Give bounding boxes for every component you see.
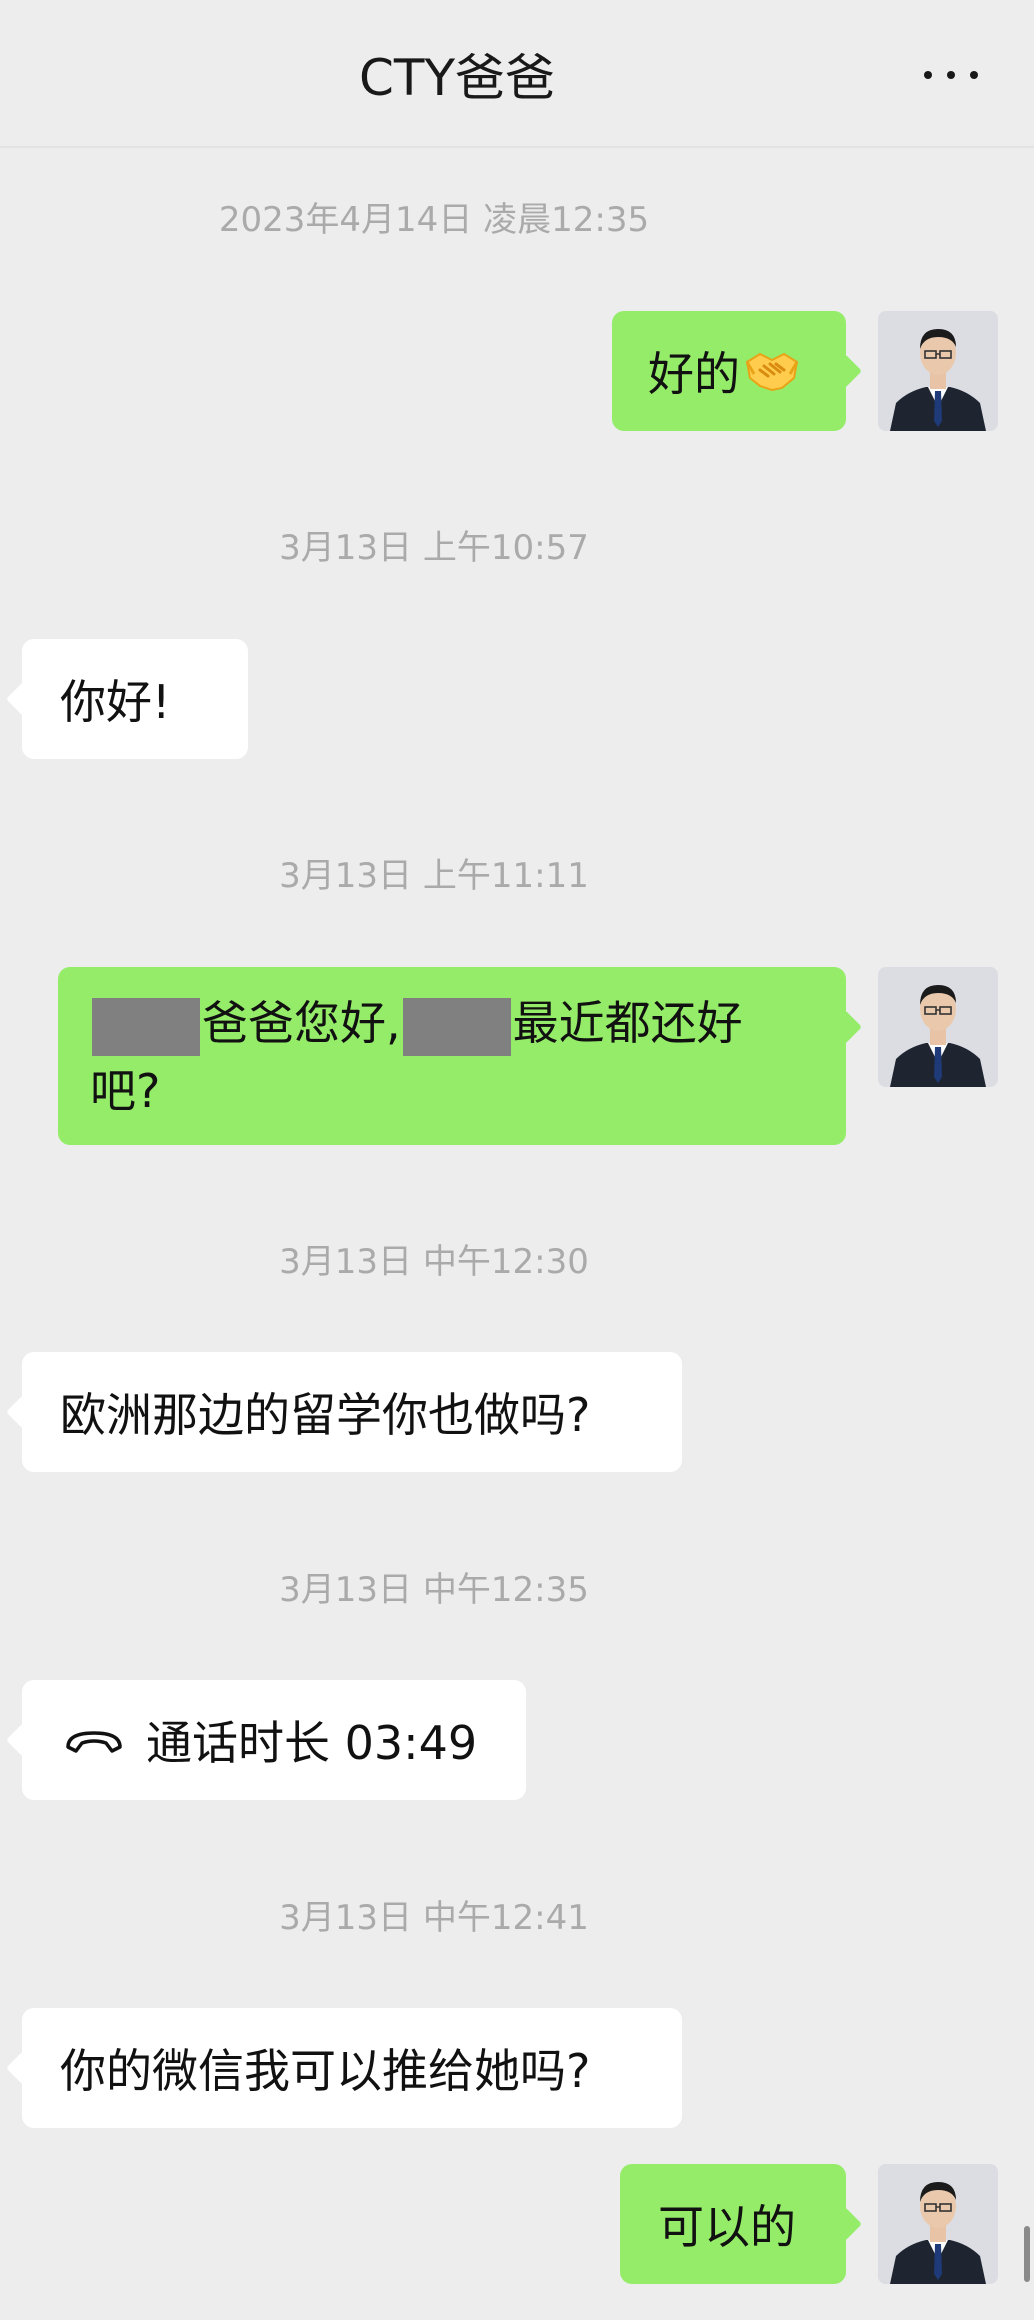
redacted-name-block (402, 997, 511, 1056)
message-text: 吧? (90, 1064, 161, 1118)
message-timestamp: 2023年4月14日 凌晨12:35 (218, 200, 650, 240)
incoming-message-bubble[interactable]: 你好! (22, 639, 248, 759)
chat-title: CTY爸爸 (359, 49, 555, 107)
avatar-photo-icon (878, 2164, 998, 2284)
incoming-message-bubble[interactable]: 你的微信我可以推给她吗? (22, 2008, 682, 2128)
avatar-photo-icon (878, 311, 998, 431)
message-text: 好的 (648, 347, 740, 401)
phone-hangup-icon (66, 1731, 122, 1753)
message-timestamp: 3月13日 中午12:41 (279, 1898, 589, 1938)
handshake-emoji-icon (745, 352, 799, 392)
message-text: 最近都还好 (512, 996, 743, 1050)
message-text: 你的微信我可以推给她吗? (60, 2044, 591, 2098)
message-timestamp: 3月13日 中午12:30 (279, 1242, 589, 1282)
outgoing-message-bubble[interactable]: 好的 (612, 311, 846, 431)
incoming-message-bubble[interactable]: 欧洲那边的留学你也做吗? (22, 1352, 682, 1472)
message-timestamp: 3月13日 中午12:35 (279, 1570, 589, 1610)
message-timestamp: 3月13日 上午11:11 (279, 856, 589, 896)
more-dots-icon[interactable] (924, 70, 978, 80)
my-avatar[interactable] (878, 967, 998, 1087)
my-avatar[interactable] (878, 311, 998, 431)
scrollbar[interactable] (1024, 2226, 1030, 2282)
message-text: 爸爸您好, (202, 996, 401, 1050)
message-text: 你好! (60, 675, 171, 729)
outgoing-message-bubble[interactable]: 可以的 (620, 2164, 846, 2284)
call-duration-text: 通话时长 03:49 (146, 1716, 478, 1770)
avatar-photo-icon (878, 967, 998, 1087)
outgoing-message-bubble[interactable]: 爸爸您好, 最近都还好 吧? (58, 967, 846, 1145)
message-timestamp: 3月13日 上午10:57 (279, 528, 589, 568)
redacted-name-block (92, 997, 200, 1056)
my-avatar[interactable] (878, 2164, 998, 2284)
message-text: 欧洲那边的留学你也做吗? (60, 1388, 591, 1442)
message-text: 可以的 (658, 2200, 796, 2254)
chat-header: CTY爸爸 (0, 0, 1034, 148)
call-record-bubble[interactable]: 通话时长 03:49 (22, 1680, 526, 1800)
